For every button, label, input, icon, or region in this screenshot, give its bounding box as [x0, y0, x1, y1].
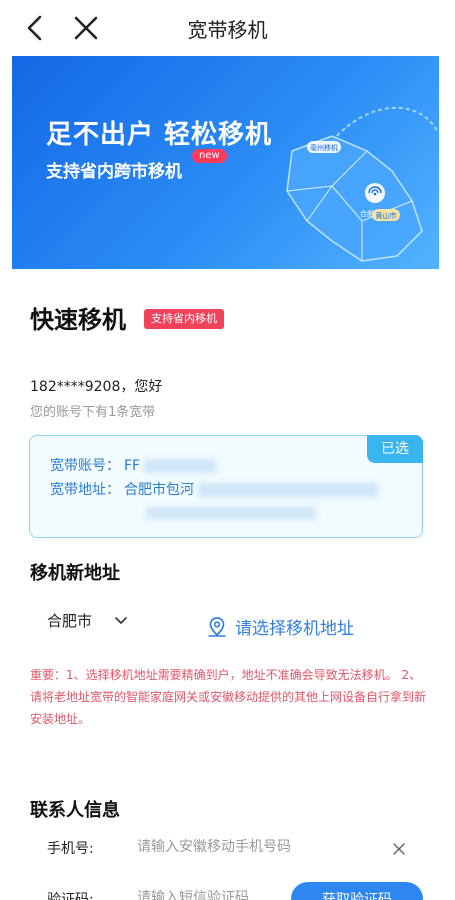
account-greeting: 182****9208，您好: [30, 379, 163, 395]
map-label-center: 合肥: [360, 209, 374, 218]
address-picker[interactable]: 请选择移机地址: [206, 614, 354, 639]
get-code-button[interactable]: 获取验证码: [291, 882, 423, 900]
clear-phone-button[interactable]: [390, 840, 408, 858]
map-label-origin: 亳州移机: [310, 143, 338, 152]
selected-badge: 已选: [367, 435, 423, 463]
redacted-address: [198, 483, 378, 497]
banner-subline: 支持省内跨市移机: [46, 162, 182, 182]
contact-title: 联系人信息: [30, 800, 120, 821]
new-address-title: 移机新地址: [30, 563, 120, 584]
important-notice: 重要：1、选择移机地址需要精确到户，地址不准确会导致无法移机。 2、请将老地址宽…: [30, 668, 427, 726]
broadband-account-row: 宽带账号： FF: [50, 455, 217, 475]
address-picker-label: 请选择移机地址: [235, 619, 354, 639]
close-icon: [393, 843, 405, 855]
broadband-address-value: 合肥市包河: [124, 482, 194, 498]
broadband-account-label: 宽带账号：: [50, 458, 120, 474]
chevron-down-icon: [115, 616, 127, 624]
code-input[interactable]: [137, 886, 287, 900]
redacted-address-line2: [146, 507, 316, 519]
broadband-account-value: FF: [124, 458, 141, 474]
promo-banner[interactable]: 足不出户 轻松移机 new 支持省内跨市移机 亳州移机 合肥 黄山市: [12, 56, 439, 269]
city-select[interactable]: 合肥市: [47, 610, 128, 631]
broadband-card[interactable]: 已选 宽带账号： FF 宽带地址： 合肥市包河: [29, 435, 423, 538]
broadband-address-row: 宽带地址： 合肥市包河: [50, 479, 378, 519]
phone-label: 手机号:: [47, 841, 94, 857]
broadband-address-label: 宽带地址：: [50, 482, 120, 498]
new-badge: new: [192, 149, 227, 163]
map-label-dest: 黄山市: [376, 211, 397, 220]
banner-headline: 足不出户 轻松移机: [46, 120, 273, 150]
city-select-value: 合肥市: [47, 612, 93, 630]
account-summary: 您的账号下有1条宽带: [30, 405, 156, 420]
province-map-illustration: 亳州移机 合肥 黄山市: [286, 106, 438, 262]
page-title: 宽带移机: [187, 18, 268, 42]
province-tag: 支持省内移机: [144, 309, 224, 329]
section-title: 快速移机: [30, 306, 126, 334]
code-label: 验证码:: [47, 892, 94, 900]
header: 宽带移机: [0, 0, 455, 56]
phone-input[interactable]: [137, 835, 377, 859]
redacted-account: [144, 459, 217, 473]
location-pin-icon: [208, 616, 226, 637]
